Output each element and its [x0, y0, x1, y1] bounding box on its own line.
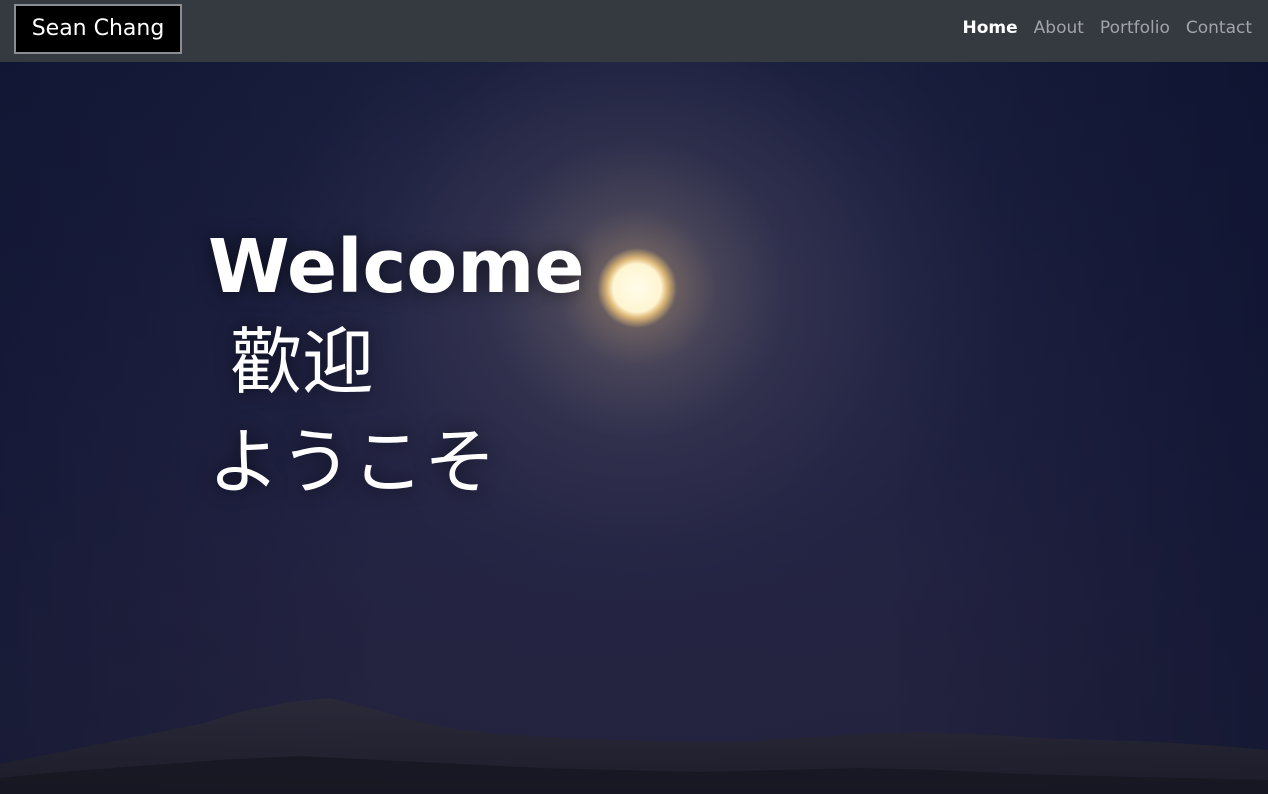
nav-link-portfolio[interactable]: Portfolio [1100, 18, 1170, 38]
hero-background: Welcome 歡迎 ようこそ [0, 62, 1268, 794]
mountain-silhouette [0, 698, 1268, 794]
welcome-chinese: 歡迎 [230, 320, 375, 404]
brand-link[interactable]: Sean Chang [14, 4, 182, 54]
nav-link-home[interactable]: Home [963, 18, 1018, 38]
page: Sean Chang Home About Portfolio Contact … [0, 0, 1268, 794]
hero-vignette [0, 62, 1268, 794]
welcome-japanese: ようこそ [208, 420, 497, 504]
hero-text: Welcome 歡迎 ようこそ [208, 222, 585, 512]
nav-link-contact[interactable]: Contact [1186, 18, 1252, 38]
nav-link-about[interactable]: About [1034, 18, 1084, 38]
welcome-heading: Welcome [208, 224, 585, 310]
navbar: Sean Chang Home About Portfolio Contact [0, 0, 1268, 62]
nav-links: Home About Portfolio Contact [963, 0, 1253, 56]
